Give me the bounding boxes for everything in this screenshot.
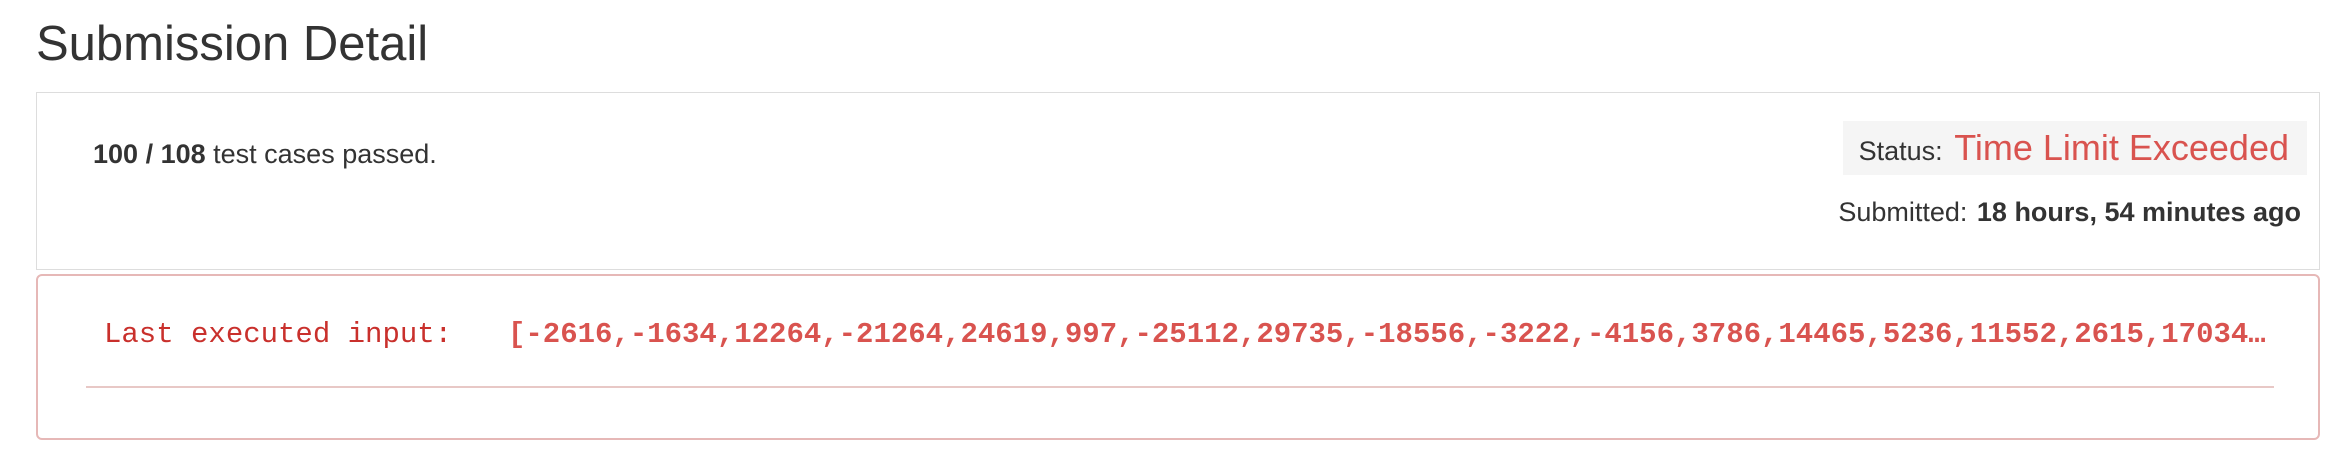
status-label: Status:: [1858, 136, 1943, 166]
last-executed-input-label: Last executed input:: [104, 318, 453, 351]
error-panel: Last executed input: [-2616,-1634,12264,-…: [36, 274, 2320, 440]
status-value: Time Limit Exceeded: [1954, 127, 2289, 168]
submitted-time: Submitted: 18 hours, 54 minutes ago: [1838, 197, 2301, 228]
last-executed-input-value: [-2616,-1634,12264,-21264,24619,997,-251…: [508, 318, 2268, 351]
status-box: Status: Time Limit Exceeded: [1842, 121, 2307, 175]
last-executed-input-row: Last executed input: [-2616,-1634,12264,-…: [104, 318, 2294, 351]
test-cases-text: test cases passed.: [205, 139, 437, 169]
passed-count: 100: [93, 139, 139, 169]
test-cases-summary: 100 / 108 test cases passed.: [93, 139, 437, 170]
submitted-value: 18 hours, 54 minutes ago: [1976, 197, 2301, 227]
submitted-label: Submitted:: [1838, 197, 1968, 227]
total-count: 108: [160, 139, 206, 169]
submission-summary-panel: 100 / 108 test cases passed. Status: Tim…: [36, 92, 2320, 270]
count-separator: /: [138, 139, 161, 169]
page-title: Submission Detail: [36, 17, 429, 71]
error-divider: [86, 386, 2274, 388]
